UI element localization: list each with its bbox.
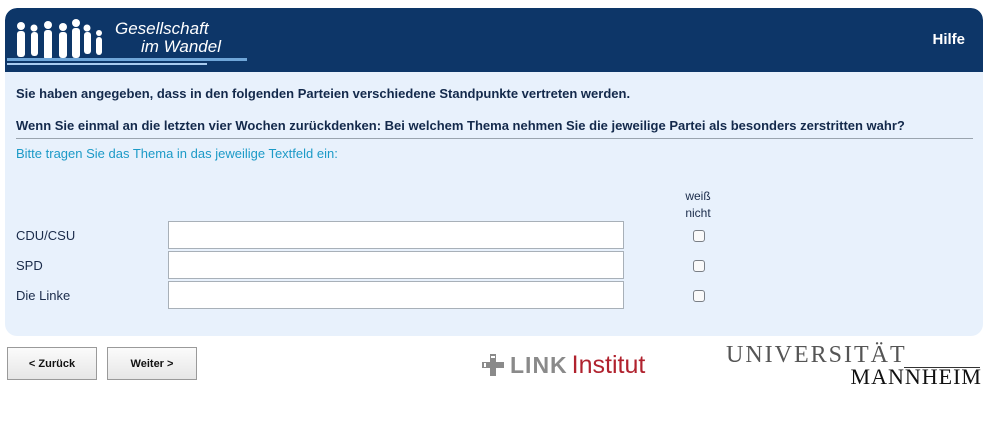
instruction-text: Bitte tragen Sie das Thema in das jeweil…: [16, 146, 338, 161]
dont-know-checkbox-cdu-csu[interactable]: [693, 230, 705, 242]
university-mannheim-logo: UNIVERSITÄT MANNHEIM: [724, 342, 984, 390]
dont-know-column-header: weiß nicht: [669, 188, 727, 222]
logo-line-1: Gesellschaft: [115, 19, 209, 38]
row-label-cdu-csu: CDU/CSU: [16, 228, 76, 243]
row-label-die-linke: Die Linke: [16, 288, 71, 303]
link-cross-icon: [482, 354, 504, 376]
topic-input-spd[interactable]: [168, 251, 624, 279]
dont-know-header-line-1: weiß: [685, 189, 711, 203]
dont-know-checkbox-die-linke[interactable]: [693, 290, 705, 302]
survey-panel: Gesellschaft im Wandel Hilfe Sie haben a…: [5, 8, 983, 336]
uni-logo-line-2: MANNHEIM: [850, 364, 982, 389]
help-link[interactable]: Hilfe: [932, 31, 965, 48]
row-label-spd: SPD: [16, 258, 43, 273]
link-institut-wordmark: Institut: [571, 350, 646, 379]
divider: [16, 138, 973, 139]
intro-text: Sie haben angegeben, dass in den folgend…: [16, 86, 631, 101]
header-bar: Gesellschaft im Wandel Hilfe: [5, 8, 983, 72]
dont-know-header-line-2: nicht: [685, 206, 711, 220]
logo-line-2: im Wandel: [141, 37, 221, 56]
link-wordmark: LINK: [510, 351, 568, 378]
question-text: Wenn Sie einmal an die letzten vier Woch…: [16, 118, 905, 133]
topic-input-cdu-csu[interactable]: [168, 221, 624, 249]
logo-text: Gesellschaft im Wandel: [115, 20, 221, 56]
link-institut-logo: LINK Institut: [482, 350, 645, 380]
next-button[interactable]: Weiter >: [107, 347, 197, 380]
back-button[interactable]: < Zurück: [7, 347, 97, 380]
topic-input-die-linke[interactable]: [168, 281, 624, 309]
dont-know-checkbox-spd[interactable]: [693, 260, 705, 272]
